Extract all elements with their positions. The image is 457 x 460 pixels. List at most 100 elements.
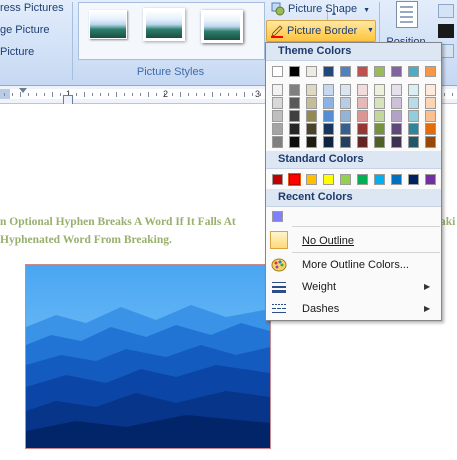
theme-colors-header: Theme Colors bbox=[266, 43, 441, 61]
theme-shade-swatch[interactable] bbox=[272, 84, 283, 96]
standard-color-swatch[interactable] bbox=[408, 174, 419, 185]
ruler-number: 2 bbox=[163, 89, 169, 99]
theme-shade-swatch[interactable] bbox=[340, 110, 351, 122]
selected-picture-mountains[interactable] bbox=[25, 264, 271, 449]
theme-shade-swatch[interactable] bbox=[323, 123, 334, 135]
first-line-indent-marker[interactable] bbox=[19, 88, 27, 93]
theme-shade-swatch[interactable] bbox=[425, 123, 436, 135]
standard-color-swatch[interactable] bbox=[374, 174, 385, 185]
theme-shade-swatch[interactable] bbox=[425, 110, 436, 122]
theme-shade-swatch[interactable] bbox=[425, 84, 436, 96]
theme-shade-swatch[interactable] bbox=[340, 84, 351, 96]
theme-shade-swatch[interactable] bbox=[289, 123, 300, 135]
theme-shade-swatch[interactable] bbox=[306, 136, 317, 148]
theme-shade-swatch[interactable] bbox=[272, 136, 283, 148]
theme-shade-swatch[interactable] bbox=[289, 97, 300, 109]
standard-color-swatch[interactable] bbox=[340, 174, 351, 185]
theme-shade-swatch[interactable] bbox=[374, 110, 385, 122]
compress-pictures-button[interactable]: ress Pictures bbox=[0, 2, 64, 14]
theme-shade-swatch[interactable] bbox=[425, 97, 436, 109]
theme-shade-swatch[interactable] bbox=[340, 136, 351, 148]
ruler-tick bbox=[92, 93, 93, 96]
picture-border-button[interactable]: Picture Border ▼ bbox=[266, 20, 376, 42]
theme-shade-swatch[interactable] bbox=[323, 110, 334, 122]
picture-shape-button[interactable]: Picture Shape ▼ bbox=[268, 0, 370, 18]
bring-to-front-icon[interactable] bbox=[438, 4, 454, 18]
theme-color-swatch[interactable] bbox=[408, 66, 419, 77]
theme-shade-swatch[interactable] bbox=[374, 136, 385, 148]
theme-color-swatch[interactable] bbox=[425, 66, 436, 77]
theme-shade-swatch[interactable] bbox=[272, 110, 283, 122]
menu-separator bbox=[292, 226, 440, 227]
recent-color-swatch[interactable] bbox=[272, 211, 283, 222]
standard-color-swatch[interactable] bbox=[323, 174, 334, 185]
theme-shade-swatch[interactable] bbox=[306, 110, 317, 122]
theme-color-swatch[interactable] bbox=[272, 66, 283, 77]
theme-shade-swatch[interactable] bbox=[357, 123, 368, 135]
theme-shade-swatch[interactable] bbox=[289, 84, 300, 96]
theme-shade-swatch[interactable] bbox=[306, 123, 317, 135]
theme-shade-swatch[interactable] bbox=[408, 123, 419, 135]
no-outline-item[interactable]: No Outline bbox=[266, 230, 441, 252]
change-picture-button[interactable]: ge Picture bbox=[0, 24, 50, 36]
standard-color-swatch[interactable] bbox=[391, 174, 402, 185]
mountain-landscape-image bbox=[26, 265, 270, 448]
theme-shade-swatch[interactable] bbox=[391, 123, 402, 135]
position-button[interactable]: Position bbox=[384, 0, 428, 48]
reset-picture-button[interactable]: Picture bbox=[0, 46, 34, 58]
text-wrapping-icon[interactable] bbox=[438, 24, 454, 38]
theme-shade-swatch[interactable] bbox=[391, 97, 402, 109]
standard-color-swatch[interactable] bbox=[425, 174, 436, 185]
theme-shade-swatch[interactable] bbox=[357, 97, 368, 109]
theme-color-swatch[interactable] bbox=[374, 66, 385, 77]
picture-style-simple-frame[interactable] bbox=[89, 10, 127, 39]
theme-shade-swatch[interactable] bbox=[357, 136, 368, 148]
dashes-submenu-item[interactable]: Dashes ▶ bbox=[266, 298, 441, 320]
theme-shade-swatch[interactable] bbox=[408, 110, 419, 122]
theme-color-swatch[interactable] bbox=[323, 66, 334, 77]
theme-shade-swatch[interactable] bbox=[374, 123, 385, 135]
theme-shade-swatch[interactable] bbox=[374, 97, 385, 109]
ruler-tick bbox=[44, 93, 45, 96]
theme-shade-swatch[interactable] bbox=[323, 97, 334, 109]
ruler-tick bbox=[252, 93, 253, 96]
standard-color-swatch[interactable] bbox=[306, 174, 317, 185]
theme-shade-swatch[interactable] bbox=[391, 84, 402, 96]
theme-color-swatch[interactable] bbox=[391, 66, 402, 77]
ruler-tick bbox=[4, 93, 5, 96]
ruler-tick bbox=[188, 93, 189, 96]
theme-shade-swatch[interactable] bbox=[357, 84, 368, 96]
theme-color-swatch[interactable] bbox=[306, 66, 317, 77]
document-text-line: n Optional Hyphen Breaks A Word If It Fa… bbox=[0, 216, 236, 228]
theme-shade-swatch[interactable] bbox=[289, 136, 300, 148]
standard-color-swatch[interactable] bbox=[357, 174, 368, 185]
theme-shade-swatch[interactable] bbox=[408, 136, 419, 148]
more-outline-colors-item[interactable]: More Outline Colors... bbox=[266, 254, 441, 276]
theme-shade-swatch[interactable] bbox=[289, 110, 300, 122]
theme-color-swatch[interactable] bbox=[357, 66, 368, 77]
theme-shade-swatch[interactable] bbox=[408, 97, 419, 109]
theme-shade-swatch[interactable] bbox=[340, 123, 351, 135]
theme-color-swatch[interactable] bbox=[289, 66, 300, 77]
theme-shade-swatch[interactable] bbox=[391, 136, 402, 148]
theme-shade-swatch[interactable] bbox=[340, 97, 351, 109]
picture-style-soft-edge[interactable] bbox=[145, 10, 183, 39]
picture-style-thick-frame[interactable] bbox=[201, 10, 243, 43]
theme-shade-swatch[interactable] bbox=[272, 123, 283, 135]
weight-label: Weight bbox=[302, 281, 337, 293]
theme-shade-swatch[interactable] bbox=[323, 84, 334, 96]
theme-shade-swatch[interactable] bbox=[425, 136, 436, 148]
theme-shade-swatch[interactable] bbox=[357, 110, 368, 122]
theme-shade-swatch[interactable] bbox=[408, 84, 419, 96]
standard-color-swatch[interactable] bbox=[272, 174, 283, 185]
picture-shape-label: Picture Shape bbox=[288, 3, 358, 15]
theme-shade-swatch[interactable] bbox=[306, 84, 317, 96]
theme-shade-swatch[interactable] bbox=[272, 97, 283, 109]
standard-color-swatch[interactable] bbox=[288, 173, 301, 186]
theme-shade-swatch[interactable] bbox=[323, 136, 334, 148]
theme-color-swatch[interactable] bbox=[340, 66, 351, 77]
theme-shade-swatch[interactable] bbox=[391, 110, 402, 122]
theme-shade-swatch[interactable] bbox=[374, 84, 385, 96]
theme-shade-swatch[interactable] bbox=[306, 97, 317, 109]
weight-submenu-item[interactable]: Weight ▶ bbox=[266, 276, 441, 298]
